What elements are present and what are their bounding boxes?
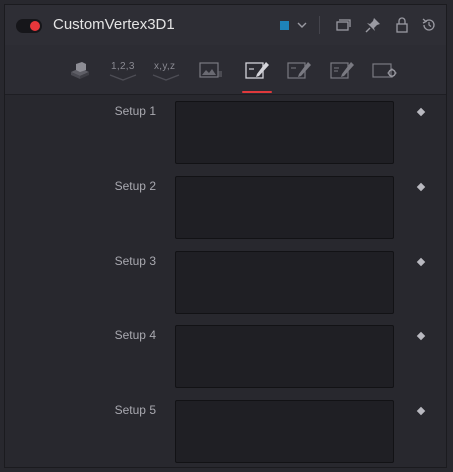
setup-4-keyframe-diamond-icon[interactable]: [416, 331, 426, 341]
setup-2-keyframe-diamond-icon[interactable]: [416, 182, 426, 192]
setup-4-label: Setup 4: [114, 328, 156, 342]
image-tab-icon[interactable]: [195, 59, 225, 81]
lock-icon[interactable]: [392, 15, 412, 35]
active-tab-indicator: [242, 91, 272, 93]
setup-1-field[interactable]: [175, 101, 394, 164]
expressions-tab-icon[interactable]: [327, 59, 357, 81]
setup-1-label: Setup 1: [114, 104, 156, 118]
setup-4-field[interactable]: [175, 325, 394, 388]
header-divider: [319, 16, 320, 34]
numbers-tab[interactable]: 1,2,3: [111, 61, 135, 72]
setup-5-keyframe-diamond-icon[interactable]: [416, 406, 426, 416]
pin-icon[interactable]: [363, 15, 383, 35]
setup-3-field[interactable]: [175, 251, 394, 314]
setup-3-label: Setup 3: [114, 254, 156, 268]
setup-tab-icon[interactable]: [242, 59, 272, 81]
tool-color-swatch[interactable]: [280, 21, 289, 30]
setup-2-field[interactable]: [175, 176, 394, 239]
settings-tab-icon[interactable]: [370, 59, 400, 81]
xyz-tab-base: [152, 74, 180, 81]
toggle-knob: [30, 21, 40, 31]
setup-2-label: Setup 2: [114, 179, 156, 193]
setup-3-keyframe-diamond-icon[interactable]: [416, 257, 426, 267]
tool-title: CustomVertex3D1: [53, 16, 175, 33]
color-dropdown-chevron-icon[interactable]: [292, 15, 312, 35]
xyz-tab[interactable]: x,y,z: [154, 61, 175, 72]
inspector-panel: CustomVertex3D1 1,2,3 x,y,z Setup 1 Setu…: [4, 4, 447, 468]
inspector-tabs: 1,2,3 x,y,z: [5, 45, 446, 95]
setup-1-keyframe-diamond-icon[interactable]: [416, 107, 426, 117]
setup-5-label: Setup 5: [114, 403, 156, 417]
setup-5-field[interactable]: [175, 400, 394, 463]
tool-header: CustomVertex3D1: [5, 5, 446, 45]
intermediate-tab-icon[interactable]: [284, 59, 314, 81]
numbers-tab-base: [109, 74, 137, 81]
versions-icon[interactable]: [333, 15, 353, 35]
tool-enable-toggle[interactable]: [16, 19, 42, 33]
reset-icon[interactable]: [419, 15, 439, 35]
controls-tab-icon[interactable]: [65, 59, 95, 81]
